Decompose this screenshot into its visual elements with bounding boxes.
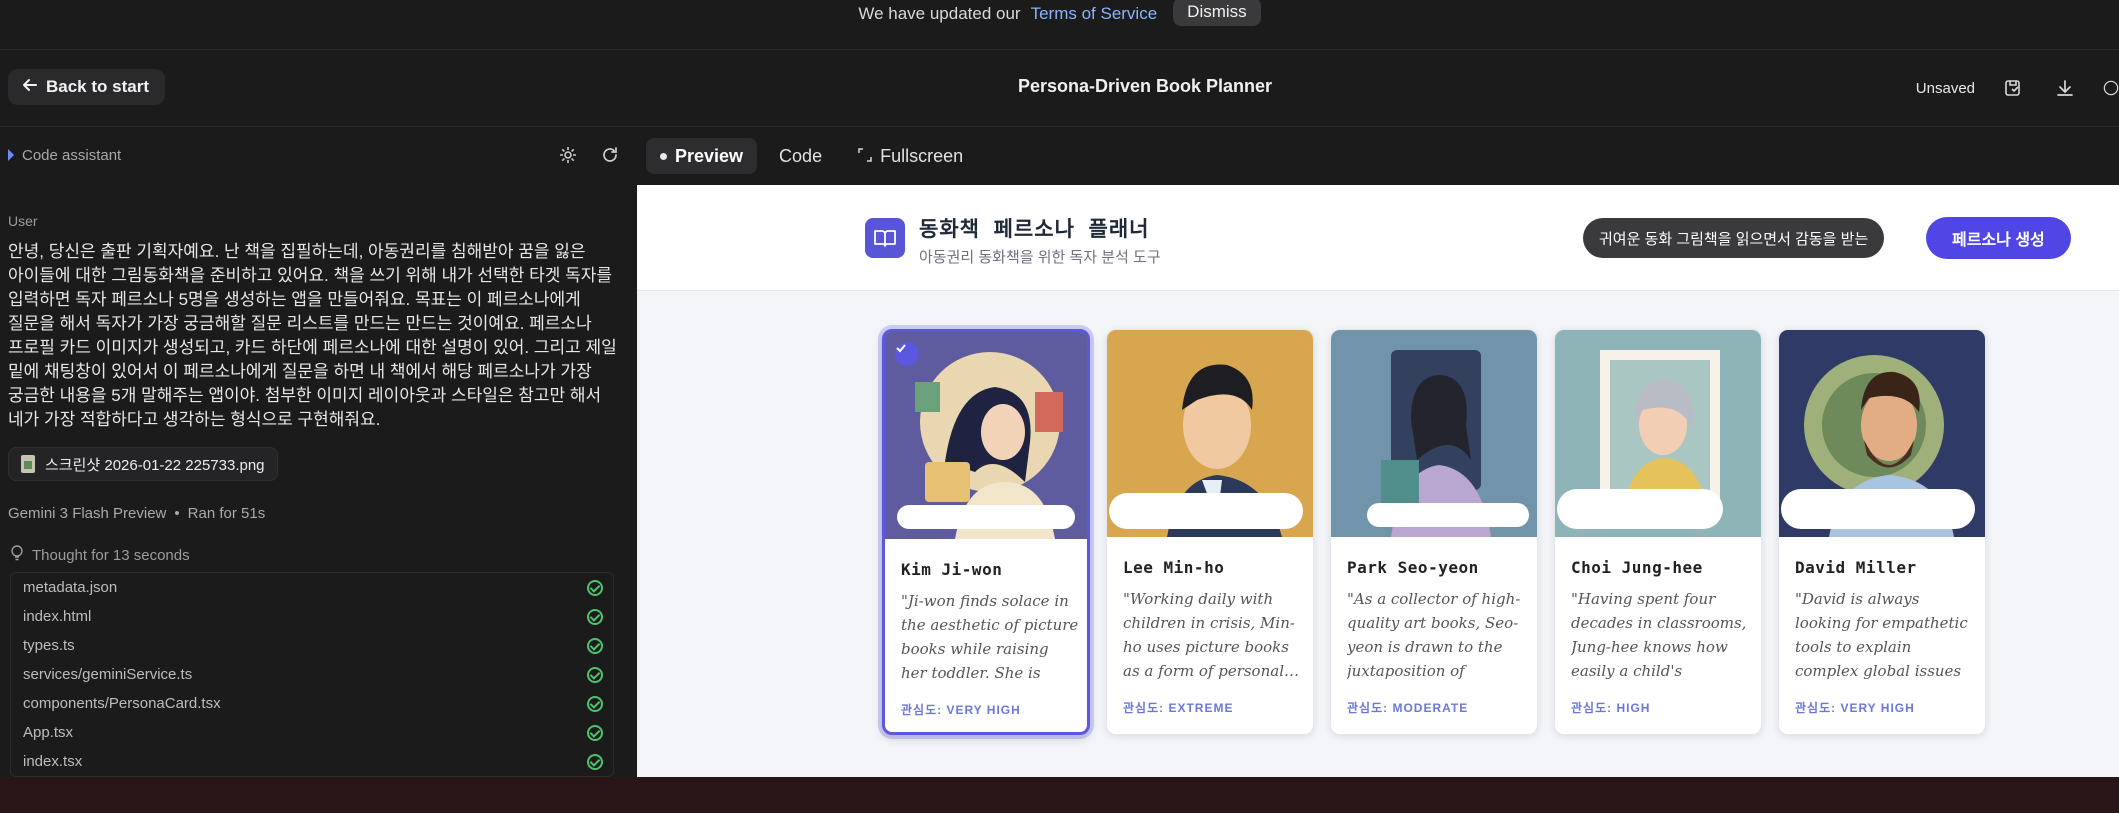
file-name: index.tsx — [23, 753, 83, 770]
persona-interest: 관심도: VERY HIGH — [901, 703, 1021, 717]
tab-preview[interactable]: Preview — [646, 138, 758, 174]
file-name: components/PersonaCard.tsx — [23, 695, 221, 712]
persona-quote: "Having spent four decades in classrooms… — [1571, 590, 1747, 680]
notice-text: We have updated our — [858, 4, 1021, 23]
persona-portrait — [1331, 330, 1537, 537]
file-row[interactable]: services/geminiService.ts — [11, 660, 613, 689]
check-circle-icon — [587, 695, 603, 712]
persona-quote: "Ji-won finds solace in the aesthetic of… — [901, 592, 1079, 682]
persona-portrait — [885, 332, 1087, 539]
persona-interest: 관심도: MODERATE — [1347, 701, 1469, 715]
file-name: App.tsx — [23, 724, 74, 741]
preview-title: 동화책 페르소나 플래너 — [919, 217, 1150, 241]
user-message: 안녕, 당신은 출판 기획자예요. 난 책을 집필하는데, 아동권리를 침해받아… — [8, 242, 617, 429]
preview-header: 동화책 페르소나 플래너 아동권리 동화책을 위한 독자 분석 도구 귀여운 동… — [637, 185, 2119, 291]
tab-label: Code — [779, 145, 823, 166]
model-name: Gemini 3 Flash Preview — [8, 505, 167, 522]
tab-label: Preview — [675, 145, 744, 166]
check-circle-icon — [587, 579, 603, 596]
check-circle-icon — [587, 753, 603, 770]
file-row[interactable]: index.html — [11, 602, 613, 631]
bottom-band — [0, 777, 2119, 813]
file-row[interactable]: metadata.json — [11, 573, 613, 602]
image-file-icon — [21, 455, 35, 473]
persona-card[interactable]: David Miller "David is always looking fo… — [1778, 329, 1986, 735]
file-row[interactable]: components/PersonaCard.tsx — [11, 689, 613, 718]
checkmark-icon — [895, 342, 919, 366]
preview-subtitle: 아동권리 동화책을 위한 독자 분석 도구 — [919, 249, 1161, 266]
save-icon[interactable] — [1999, 74, 2027, 102]
file-row[interactable]: index.tsx — [11, 747, 613, 776]
persona-portrait — [1555, 330, 1761, 537]
file-name: metadata.json — [23, 579, 118, 596]
file-name: services/geminiService.ts — [23, 666, 193, 683]
collapse-caret-icon[interactable] — [8, 149, 14, 161]
persona-card[interactable]: Kim Ji-won "Ji-won finds solace in the a… — [882, 329, 1090, 735]
persona-portrait — [1107, 330, 1313, 537]
persona-portrait — [1779, 330, 1985, 537]
portrait-label-pill — [1109, 493, 1303, 529]
file-row[interactable]: types.ts — [11, 631, 613, 660]
persona-quote: "As a collector of high-quality art book… — [1347, 590, 1521, 680]
book-icon — [865, 218, 905, 258]
app-title: Persona-Driven Book Planner — [1017, 76, 1273, 96]
portrait-label-pill — [897, 505, 1075, 529]
save-status: Unsaved — [1915, 79, 1975, 97]
persona-name: Kim Ji-won — [901, 560, 1003, 579]
model-meta: Gemini 3 Flash Preview • Ran for 51s — [8, 505, 265, 522]
refresh-icon[interactable] — [600, 145, 620, 170]
check-circle-icon — [587, 666, 603, 683]
persona-name: David Miller — [1795, 558, 1917, 577]
persona-name: Lee Min-ho — [1123, 558, 1225, 577]
expand-icon — [858, 146, 872, 167]
file-name: types.ts — [23, 637, 75, 654]
portrait-label-pill — [1557, 489, 1723, 529]
terms-notice-bar: We have updated our Terms of Service Dis… — [0, 0, 2119, 28]
tab-code[interactable]: Code — [765, 138, 836, 174]
persona-quote: "David is always looking for empathetic … — [1795, 590, 1968, 680]
file-row[interactable]: App.tsx — [11, 718, 613, 747]
check-circle-icon — [587, 724, 603, 741]
persona-card[interactable]: Park Seo-yeon "As a collector of high-qu… — [1330, 329, 1538, 735]
terms-of-service-link[interactable]: Terms of Service — [1031, 4, 1158, 24]
generate-persona-button[interactable]: 페르소나 생성 — [1926, 217, 2071, 259]
tab-label: Fullscreen — [880, 145, 964, 166]
persona-card-list: Kim Ji-won "Ji-won finds solace in the a… — [882, 329, 1986, 735]
persona-name: Park Seo-yeon — [1347, 558, 1479, 577]
lightbulb-icon — [10, 545, 24, 565]
app-preview: 동화책 페르소나 플래너 아동권리 동화책을 위한 독자 분석 도구 귀여운 동… — [637, 185, 2119, 777]
persona-interest: 관심도: HIGH — [1571, 701, 1651, 715]
assistant-toolbar: Code assistant — [0, 127, 636, 183]
assistant-label: Code assistant — [22, 146, 122, 164]
generated-files-list: metadata.json index.html types.ts servic… — [10, 572, 614, 777]
github-icon[interactable] — [2103, 74, 2119, 102]
app-header: Back to start Persona-Driven Book Planne… — [0, 50, 2119, 126]
persona-quote: "Working daily with children in crisis, … — [1123, 590, 1299, 680]
user-label: User — [8, 213, 38, 229]
thought-toggle[interactable]: Thought for 13 seconds — [10, 545, 190, 565]
dismiss-button[interactable]: Dismiss — [1173, 0, 1261, 26]
persona-card[interactable]: Choi Jung-hee "Having spent four decades… — [1554, 329, 1762, 735]
target-reader-input[interactable]: 귀여운 동화 그림책을 읽으면서 감동을 받는 — [1583, 218, 1885, 258]
settings-icon[interactable] — [558, 145, 578, 170]
persona-name: Choi Jung-hee — [1571, 558, 1703, 577]
portrait-label-pill — [1781, 489, 1975, 529]
thought-label: Thought for 13 seconds — [32, 546, 190, 564]
tab-fullscreen[interactable]: Fullscreen — [844, 138, 977, 174]
attachment-name: 스크린샷 2026-01-22 225733.png — [45, 456, 265, 474]
persona-card[interactable]: Lee Min-ho "Working daily with children … — [1106, 329, 1314, 735]
bullet: • — [174, 505, 180, 522]
check-circle-icon — [587, 637, 603, 654]
run-duration: Ran for 51s — [187, 505, 266, 522]
active-dot-icon — [660, 152, 667, 160]
portrait-label-pill — [1367, 503, 1529, 527]
file-name: index.html — [23, 608, 92, 625]
check-circle-icon — [587, 608, 603, 625]
persona-interest: 관심도: VERY HIGH — [1795, 701, 1915, 715]
code-assistant-panel: Code assistant User 안녕, 당신은 출판 기획자예요. 난 … — [0, 127, 636, 777]
persona-interest: 관심도: EXTREME — [1123, 701, 1234, 715]
preview-tabs: Preview Code Fullscreen — [636, 127, 2119, 185]
download-icon[interactable] — [2051, 74, 2079, 102]
attachment-chip[interactable]: 스크린샷 2026-01-22 225733.png — [8, 447, 278, 481]
